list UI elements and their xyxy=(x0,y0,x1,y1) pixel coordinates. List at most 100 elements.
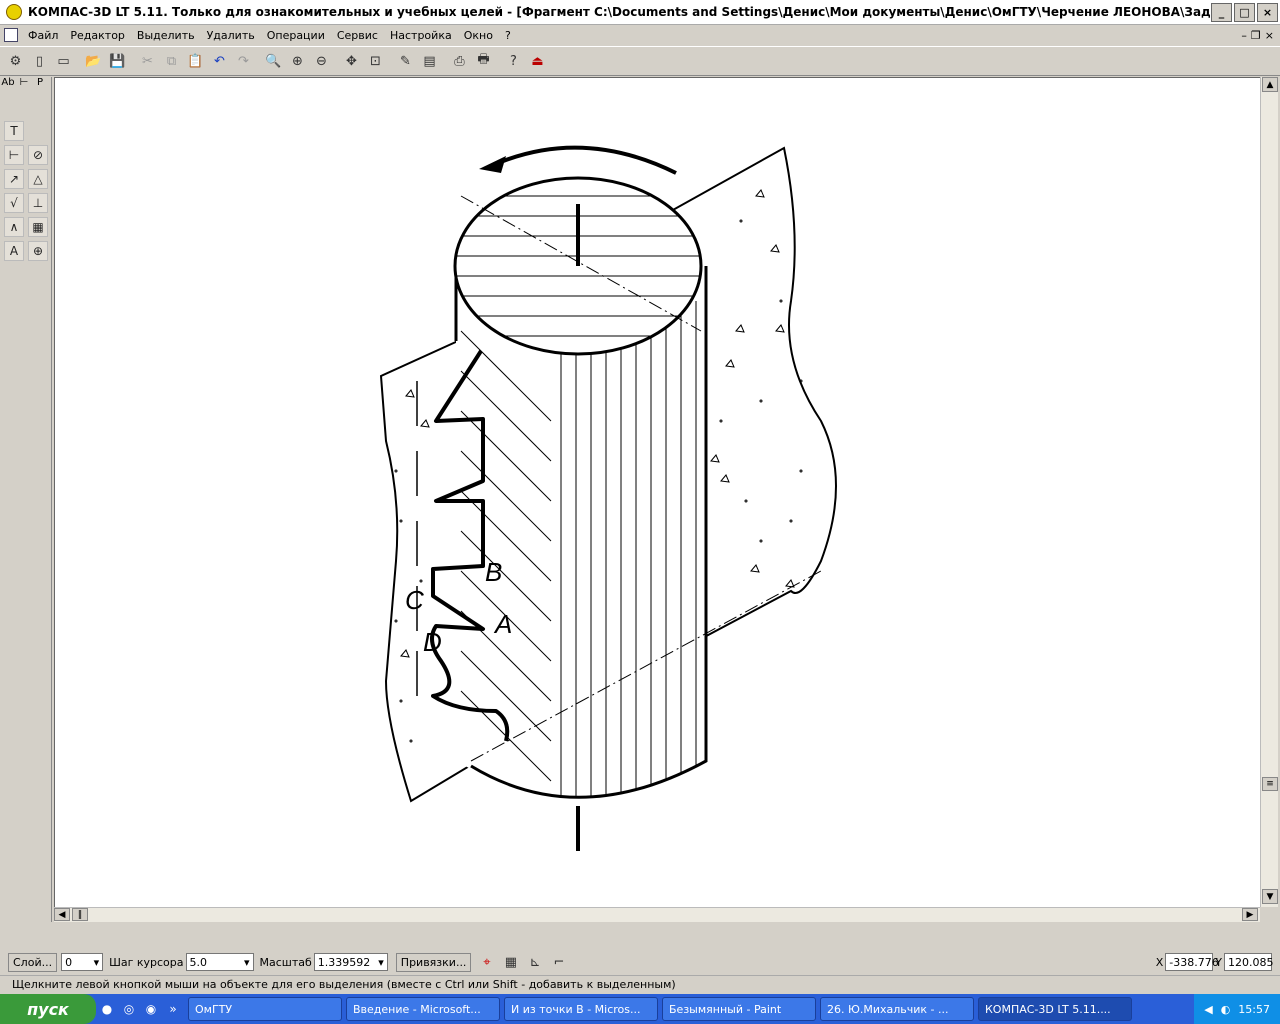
new-document-icon[interactable]: ▯ xyxy=(28,50,51,73)
menu-edit[interactable]: Редактор xyxy=(64,29,131,42)
scale-label: Масштаб xyxy=(259,955,312,969)
menu-service[interactable]: Сервис xyxy=(331,29,384,42)
task-omgtu[interactable]: ОмГТУ xyxy=(188,997,342,1021)
redraw-icon[interactable]: ✎ xyxy=(394,50,417,73)
settings-icon[interactable]: ⚙ xyxy=(4,50,27,73)
scroll-down-icon[interactable]: ▼ xyxy=(1262,889,1278,904)
window-view-icon[interactable]: ▤ xyxy=(418,50,441,73)
leader-icon[interactable]: ∧ xyxy=(4,217,24,237)
quicklaunch-app-icon[interactable]: ● xyxy=(96,998,118,1020)
snap-toggle-icon[interactable]: ⌖ xyxy=(475,951,498,974)
mdi-minimize-button[interactable]: – xyxy=(1241,29,1247,42)
status-hint: Щелкните левой кнопкой мыши на объекте д… xyxy=(0,975,1280,993)
menu-delete[interactable]: Удалить xyxy=(201,29,261,42)
layer-select[interactable]: 0 ▾ xyxy=(61,953,104,971)
zoom-out-icon[interactable]: ⊖ xyxy=(310,50,333,73)
horizontal-scrollbar[interactable]: ◀ ‖ ▶ xyxy=(54,907,1260,922)
redo-icon[interactable]: ↷ xyxy=(232,50,255,73)
menu-help[interactable]: ? xyxy=(499,29,517,42)
quicklaunch-mail-icon[interactable]: ◉ xyxy=(140,998,162,1020)
layer-value: 0 xyxy=(65,955,73,969)
context-help-icon[interactable]: ? xyxy=(502,50,525,73)
horizontal-scroll-thumb[interactable]: ‖ xyxy=(72,908,88,921)
maximize-button[interactable]: □ xyxy=(1234,2,1255,22)
axis-mark-icon[interactable]: ⊕ xyxy=(28,241,48,261)
drawing: B A C D xyxy=(379,145,837,851)
clock: 15:57 xyxy=(1238,1002,1270,1016)
radial-dimension-icon[interactable]: ↗ xyxy=(4,169,24,189)
document-icon[interactable] xyxy=(4,28,18,42)
menu-bar: Файл Редактор Выделить Удалить Операции … xyxy=(0,25,1280,45)
tab-text[interactable]: Ab xyxy=(0,77,16,93)
angular-dimension-icon[interactable]: △ xyxy=(28,169,48,189)
print-preview-icon[interactable]: ⎙ xyxy=(448,50,471,73)
step-label: Шаг курсора xyxy=(109,955,184,969)
layer-button[interactable]: Слой... xyxy=(8,952,58,972)
task-word-intro[interactable]: Введение - Microsoft... xyxy=(346,997,500,1021)
roughness-icon[interactable]: √ xyxy=(4,193,24,213)
menu-settings[interactable]: Настройка xyxy=(384,29,458,42)
dropdown-arrow-icon: ▾ xyxy=(378,955,384,969)
snaps-button[interactable]: Привязки... xyxy=(395,952,472,972)
tab-edit[interactable]: P xyxy=(32,77,48,93)
cut-icon[interactable]: ✂ xyxy=(136,50,159,73)
task-music[interactable]: 26. Ю.Михальчик - ... xyxy=(820,997,974,1021)
fit-view-icon[interactable]: ⊡ xyxy=(364,50,387,73)
coordinates: X -338.776 Y 120.085 xyxy=(1156,953,1280,971)
tray-network-icon[interactable]: ◐ xyxy=(1221,1003,1231,1016)
zoom-icon[interactable]: 🔍 xyxy=(262,50,285,73)
task-paint[interactable]: Безымянный - Paint xyxy=(662,997,816,1021)
x-coordinate: -338.776 xyxy=(1165,953,1219,971)
menu-file[interactable]: Файл xyxy=(22,29,64,42)
copy-icon[interactable]: ⧉ xyxy=(160,50,183,73)
step-select[interactable]: 5.0 ▾ xyxy=(185,953,254,971)
table-icon[interactable]: ▦ xyxy=(28,217,48,237)
scroll-up-icon[interactable]: ▲ xyxy=(1262,77,1278,92)
new-fragment-icon[interactable]: ▭ xyxy=(52,50,75,73)
taskbar: пуск ● ◎ ◉ » ОмГТУ Введение - Microsoft.… xyxy=(0,994,1280,1024)
quicklaunch-browser-icon[interactable]: ◎ xyxy=(118,998,140,1020)
drawing-canvas[interactable]: B A C D xyxy=(54,77,1260,907)
task-word-point[interactable]: И из точки В - Micros... xyxy=(504,997,658,1021)
position-leader-icon[interactable]: A xyxy=(4,241,24,261)
save-icon[interactable]: 💾 xyxy=(106,50,129,73)
grid-icon[interactable]: ▦ xyxy=(499,951,522,974)
quicklaunch-more-icon[interactable]: » xyxy=(162,998,184,1020)
ortho-icon[interactable]: ⌐ xyxy=(547,951,570,974)
diameter-dimension-icon[interactable]: ⊘ xyxy=(28,145,48,165)
start-button[interactable]: пуск xyxy=(0,994,96,1024)
print-icon[interactable]: 🖶 xyxy=(472,50,495,73)
close-button[interactable]: × xyxy=(1257,2,1278,22)
label-d: D xyxy=(423,627,442,657)
step-value: 5.0 xyxy=(189,955,208,969)
vertical-scroll-thumb[interactable]: ≡ xyxy=(1262,777,1278,791)
text-tool-icon[interactable]: T xyxy=(4,121,24,141)
minimize-button[interactable]: _ xyxy=(1211,2,1232,22)
base-symbol-icon[interactable]: ⊥ xyxy=(28,193,48,213)
mdi-restore-button[interactable]: ❐ xyxy=(1251,29,1261,42)
rotation-arrow xyxy=(490,145,677,175)
main-toolbar: ⚙ ▯ ▭ 📂 💾 ✂ ⧉ 📋 ↶ ↷ 🔍 ⊕ ⊖ ✥ ⊡ ✎ ▤ ⎙ 🖶 ? … xyxy=(0,46,1280,76)
tab-dimensions[interactable]: ⊢ xyxy=(16,77,32,93)
exit-icon[interactable]: ⏏ xyxy=(526,50,549,73)
dropdown-arrow-icon: ▾ xyxy=(93,955,100,969)
pan-icon[interactable]: ✥ xyxy=(340,50,363,73)
scroll-left-icon[interactable]: ◀ xyxy=(54,908,70,921)
menu-window[interactable]: Окно xyxy=(458,29,499,42)
linear-dimension-icon[interactable]: ⊢ xyxy=(4,145,24,165)
mdi-close-button[interactable]: × xyxy=(1265,29,1274,42)
paste-icon[interactable]: 📋 xyxy=(184,50,207,73)
menu-operations[interactable]: Операции xyxy=(261,29,331,42)
scale-select[interactable]: 1.339592 ▾ xyxy=(313,953,388,971)
tray-back-icon[interactable]: ◀ xyxy=(1204,1003,1212,1016)
zoom-in-icon[interactable]: ⊕ xyxy=(286,50,309,73)
vertical-scrollbar[interactable]: ▲ ≡ ▼ xyxy=(1260,77,1278,907)
local-cs-icon[interactable]: ⊾ xyxy=(523,951,546,974)
task-kompas[interactable]: КОМПАС-3D LT 5.11.... xyxy=(978,997,1132,1021)
kompas-app-icon xyxy=(6,4,22,20)
scroll-right-icon[interactable]: ▶ xyxy=(1242,908,1258,921)
undo-icon[interactable]: ↶ xyxy=(208,50,231,73)
open-folder-icon[interactable]: 📂 xyxy=(82,50,105,73)
menu-select[interactable]: Выделить xyxy=(131,29,201,42)
scale-value: 1.339592 xyxy=(317,955,371,969)
